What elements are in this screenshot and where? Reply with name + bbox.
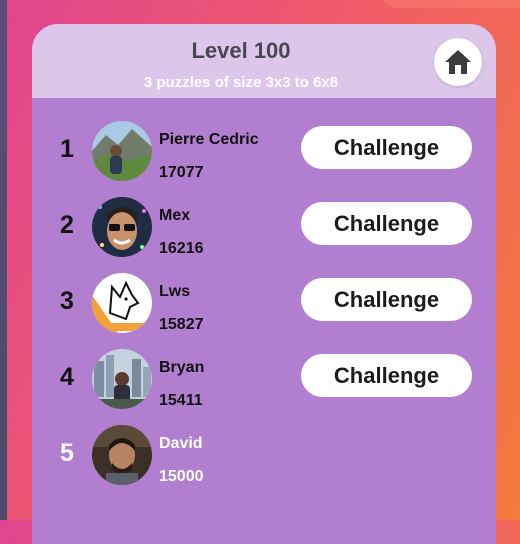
level-title: Level 100 [191,38,291,63]
leaderboard-row: 1 Pierre Cedric 17077 Challenge [32,119,496,185]
avatar [92,425,152,485]
player-name: Mex [159,207,191,224]
challenge-button[interactable]: Challenge [301,354,472,397]
player-score: 15411 [159,392,203,409]
rank-number: 2 [60,211,74,239]
avatar [92,273,152,333]
challenge-button[interactable]: Challenge [301,202,472,245]
challenge-button[interactable]: Challenge [301,278,472,321]
background-shape [380,0,520,8]
player-score: 17077 [159,164,204,181]
player-score: 15000 [159,468,204,485]
home-icon [445,50,471,74]
level-subtitle: 3 puzzles of size 3x3 to 6x8 [143,74,339,91]
leaderboard-row: 4 Bryan 15411 Challenge [32,347,496,413]
challenge-button[interactable]: Challenge [301,126,472,169]
leaderboard-panel: Level 100 3 puzzles of size 3x3 to 6x8 1… [32,24,496,544]
rank-number: 4 [60,363,74,391]
player-score: 16216 [159,240,204,257]
home-button[interactable] [434,38,482,86]
rank-number: 5 [60,439,74,467]
player-score: 15827 [159,316,204,333]
player-name: David [159,435,203,452]
player-name: Bryan [159,359,205,376]
avatar [92,349,152,409]
left-edge-strip [0,0,7,520]
leaderboard-row: 5 David 15000 [32,423,496,489]
rank-number: 3 [60,287,74,315]
player-name: Lws [159,283,191,300]
leaderboard-row: 2 Mex 16216 Challenge [32,195,496,261]
avatar [92,121,152,181]
rank-number: 1 [60,135,74,163]
leaderboard-row: 3 Lws 15827 Challenge [32,271,496,337]
panel-header: Level 100 3 puzzles of size 3x3 to 6x8 [32,24,496,98]
avatar [92,197,152,257]
player-name: Pierre Cedric [159,131,259,148]
